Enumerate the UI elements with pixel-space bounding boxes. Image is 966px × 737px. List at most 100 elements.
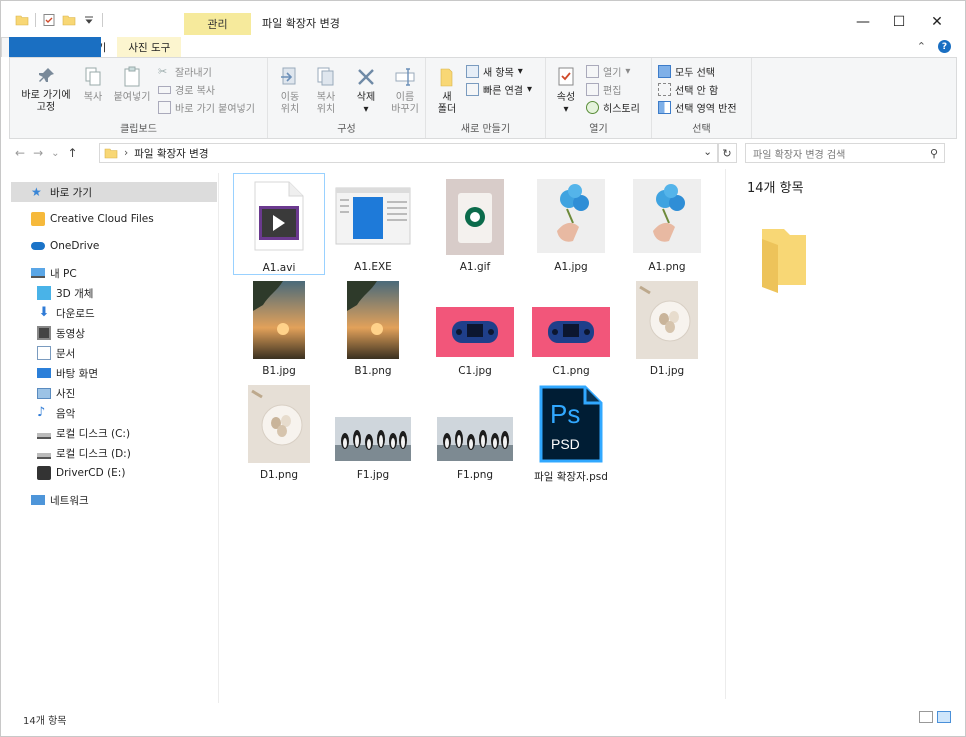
- nav-item-onedrive[interactable]: OneDrive: [11, 236, 217, 256]
- properties-button[interactable]: 속성 ▾: [550, 66, 582, 116]
- nav-item-pictures[interactable]: 사진: [11, 383, 217, 403]
- minimize-button[interactable]: —: [843, 9, 883, 35]
- nav-item-videos[interactable]: 동영상: [11, 323, 217, 343]
- search-input[interactable]: 파일 확장자 변경 검색 ⚲: [745, 143, 945, 163]
- file-item-d1-png[interactable]: D1.png: [233, 381, 325, 483]
- up-icon[interactable]: ↑: [68, 146, 78, 160]
- new-item-label: 새 항목: [483, 68, 514, 79]
- nav-item-network[interactable]: 네트워크: [11, 490, 217, 510]
- properties-icon: [558, 67, 574, 86]
- file-item-f1-png[interactable]: F1.png: [429, 381, 521, 483]
- select-none-icon: [658, 83, 671, 96]
- nav-item-music[interactable]: ♪ 음악: [11, 403, 217, 423]
- penguins-thumbnail: [335, 417, 411, 461]
- history-button[interactable]: 히스토리: [586, 100, 640, 115]
- details-view-icon[interactable]: [919, 711, 933, 723]
- nav-item-quick-access[interactable]: ★ 바로 가기: [11, 182, 217, 202]
- breadcrumb-current[interactable]: 파일 확장자 변경: [134, 146, 208, 161]
- scissors-icon: ✂: [158, 65, 168, 78]
- select-none-label: 선택 안 함: [675, 86, 719, 97]
- file-item-c1-png[interactable]: C1.png: [525, 277, 617, 379]
- file-item-a1-gif[interactable]: A1.gif: [429, 173, 521, 275]
- new-folder-button[interactable]: 새 폴더: [432, 66, 462, 116]
- address-bar[interactable]: › 파일 확장자 변경 ⌄: [99, 143, 719, 163]
- open-button[interactable]: 열기 ▾: [586, 64, 630, 79]
- nav-item-downloads[interactable]: ⬇ 다운로드: [11, 303, 217, 323]
- nav-item-local-disk-d[interactable]: 로컬 디스크 (D:): [11, 443, 217, 463]
- copy-to-button[interactable]: 복사 위치: [308, 66, 344, 116]
- separator: [35, 13, 36, 27]
- nav-item-label: 내 PC: [50, 267, 77, 280]
- paste-shortcut-button[interactable]: 바로 가기 붙여넣기: [158, 100, 255, 115]
- cut-button[interactable]: ✂ 잘라내기: [158, 64, 212, 79]
- file-item-d1-jpg[interactable]: D1.jpg: [621, 277, 713, 379]
- eggs-bowl-thumbnail: [248, 385, 310, 463]
- move-to-icon: [281, 67, 296, 85]
- nav-item-3d-objects[interactable]: 3D 개체: [11, 283, 217, 303]
- help-icon[interactable]: ?: [938, 40, 951, 53]
- open-group-label: 열기: [589, 124, 608, 135]
- select-none-button[interactable]: 선택 안 함: [658, 82, 718, 97]
- nav-item-documents[interactable]: 문서: [11, 343, 217, 363]
- nav-item-local-disk-c[interactable]: 로컬 디스크 (C:): [11, 423, 217, 443]
- nav-item-this-pc[interactable]: 내 PC: [11, 263, 217, 283]
- file-name: A1.jpg: [554, 261, 588, 273]
- file-item-a1-exe[interactable]: A1.EXE: [327, 173, 419, 275]
- search-icon: ⚲: [929, 147, 938, 160]
- copy-path-icon: [158, 85, 171, 94]
- drive-icon: [37, 433, 51, 439]
- recent-locations-icon[interactable]: ⌄: [51, 148, 59, 159]
- collapse-ribbon-icon[interactable]: ⌃: [917, 40, 926, 53]
- file-name: D1.jpg: [649, 365, 685, 377]
- invert-selection-button[interactable]: 선택 영역 반전: [658, 100, 737, 115]
- file-item-a1-png[interactable]: A1.png: [621, 173, 713, 275]
- details-pane: 14개 항목: [725, 169, 965, 699]
- file-item-a1-avi[interactable]: A1.avi: [233, 173, 325, 275]
- address-dropdown-icon[interactable]: ⌄: [703, 146, 712, 158]
- delete-x-icon: [358, 69, 374, 85]
- file-item-f1-jpg[interactable]: F1.jpg: [327, 381, 419, 483]
- file-item-b1-jpg[interactable]: B1.jpg: [233, 277, 325, 379]
- rename-button[interactable]: 이름 바꾸기: [386, 66, 424, 116]
- close-button[interactable]: ✕: [917, 9, 957, 35]
- customize-dropdown-icon[interactable]: [82, 13, 96, 27]
- folder-icon[interactable]: [15, 13, 29, 27]
- refresh-button[interactable]: ↻: [717, 143, 737, 163]
- properties-label: 속성: [556, 92, 576, 103]
- pin-label-1: 바로 가기에: [21, 90, 71, 101]
- delete-button[interactable]: 삭제 ▾: [348, 66, 384, 116]
- select-all-button[interactable]: 모두 선택: [658, 64, 715, 79]
- nav-item-desktop[interactable]: 바탕 화면: [11, 363, 217, 383]
- file-item-c1-jpg[interactable]: C1.jpg: [429, 277, 521, 379]
- move-to-button[interactable]: 이동 위치: [272, 66, 308, 116]
- copy-button[interactable]: 복사: [76, 66, 110, 104]
- paste-button[interactable]: 붙여넣기: [110, 66, 154, 104]
- open-group: 속성 ▾ 열기 ▾ 편집 히스토리 열기: [546, 58, 652, 138]
- nav-item-creative-cloud[interactable]: Creative Cloud Files: [11, 209, 217, 229]
- file-item-b1-png[interactable]: B1.png: [327, 277, 419, 379]
- new-item-button[interactable]: 새 항목 ▾: [466, 64, 523, 79]
- tab-picture-tools[interactable]: 사진 도구: [117, 37, 182, 57]
- navigation-buttons: ← → ⌄ ↑: [15, 146, 78, 160]
- back-icon[interactable]: ←: [15, 146, 25, 160]
- easy-access-button[interactable]: 빠른 연결 ▾: [466, 82, 532, 97]
- new-group: 새 폴더 새 항목 ▾ 빠른 연결 ▾ 새로 만들기: [426, 58, 546, 138]
- file-item-a1-jpg[interactable]: A1.jpg: [525, 173, 617, 275]
- large-icons-view-icon[interactable]: [937, 711, 951, 723]
- file-name: A1.avi: [262, 262, 296, 274]
- paste-shortcut-label: 바로 가기 붙여넣기: [175, 104, 255, 115]
- game-console-thumbnail: [436, 307, 514, 357]
- forward-icon[interactable]: →: [33, 146, 43, 160]
- file-item-psd[interactable]: Ps PSD 파일 확장자.psd: [525, 381, 617, 483]
- properties-check-icon[interactable]: [42, 13, 56, 27]
- pin-quick-access-button[interactable]: 바로 가기에 고정: [14, 66, 78, 114]
- open-icon: [586, 65, 599, 78]
- copy-path-button[interactable]: 경로 복사: [158, 82, 215, 97]
- nav-item-drivercd-e[interactable]: DriverCD (E:): [11, 463, 217, 483]
- exe-window-icon: [335, 187, 411, 245]
- new-folder-icon[interactable]: [62, 13, 76, 27]
- maximize-button[interactable]: ☐: [879, 9, 919, 35]
- new-folder-label-2: 폴더: [437, 104, 457, 115]
- nav-item-label: 사진: [56, 387, 76, 400]
- edit-button[interactable]: 편집: [586, 82, 621, 97]
